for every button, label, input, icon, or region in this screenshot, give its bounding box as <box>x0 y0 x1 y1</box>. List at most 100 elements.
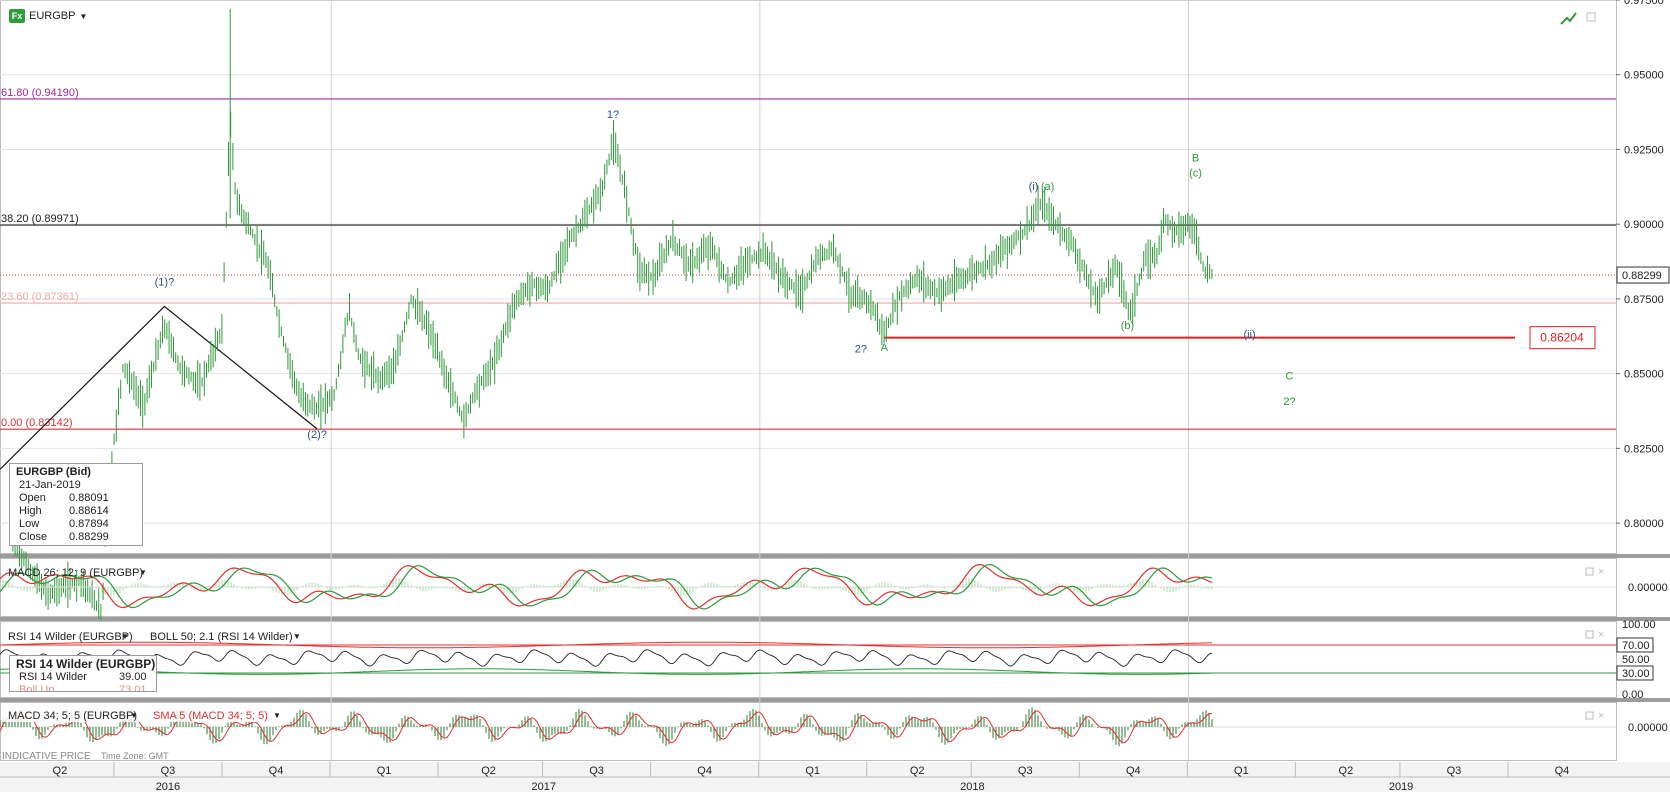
row-key: Low <box>19 518 40 530</box>
quarter-label: Q2 <box>910 765 925 777</box>
rsi-row: RSI 14 Wilder 39.00 <box>10 671 156 684</box>
price-info-date: 21-Jan-2019 <box>10 479 142 492</box>
y-tick-label: 0.90000 <box>1624 219 1664 231</box>
quarter-label: Q2 <box>1339 765 1354 777</box>
rsi-info-title: RSI 14 Wilder (EURGBP) <box>16 657 156 671</box>
price-info-title: EURGBP (Bid) <box>16 466 91 478</box>
row-value: 73.01 <box>119 684 147 692</box>
quarter-label: Q4 <box>697 765 712 777</box>
fib-level-label: 23.60 (0.87361) <box>1 291 79 303</box>
wave-label: C <box>1286 371 1294 383</box>
year-label: 2018 <box>960 781 984 792</box>
close-icon: × <box>1598 566 1604 578</box>
row-key: Open <box>19 492 46 504</box>
row-key: Boll Up <box>19 684 55 692</box>
wave-label: 2? <box>1283 396 1295 408</box>
wave-label: (i) <box>1029 181 1039 193</box>
quarter-label: Q1 <box>1234 765 1249 777</box>
fx-icon: Fx <box>9 9 25 23</box>
rsi-y-tick: 100.00 <box>1622 619 1656 631</box>
row-key: Close <box>19 531 48 543</box>
rsi-y-tick: 50.00 <box>1622 654 1650 666</box>
y-tick-label: 0.80000 <box>1624 518 1664 530</box>
quarter-label: Q3 <box>1447 765 1462 777</box>
current-price-label: 0.88299 <box>1622 270 1662 282</box>
year-label: 2019 <box>1389 781 1413 792</box>
macd2-y-tick: 0.00000 <box>1628 722 1668 734</box>
row-value: 39.00 <box>119 671 147 683</box>
y-tick-label: 0.92500 <box>1624 144 1664 156</box>
quarter-label: Q3 <box>161 765 176 777</box>
wave-label: (c) <box>1189 167 1202 179</box>
price-row: Low 0.87894 <box>10 518 142 531</box>
panel-separator[interactable] <box>0 698 1670 702</box>
wave-label: (a) <box>1041 181 1054 193</box>
wave-label: (2)? <box>307 429 327 441</box>
chevron-down-icon: ▼ <box>293 632 301 641</box>
quarter-label: Q2 <box>53 765 68 777</box>
quarter-label: Q2 <box>481 765 496 777</box>
price-info-box: EURGBP (Bid) 21-Jan-2019 Open 0.88091 Hig… <box>9 463 143 546</box>
chevron-down-icon: ▼ <box>139 568 147 577</box>
year-label: 2017 <box>532 781 556 792</box>
wave-label: 2? <box>855 344 867 356</box>
wave-label: (ii) <box>1243 329 1255 341</box>
chevron-down-icon: ▼ <box>121 632 129 641</box>
wave-label: A <box>881 342 889 354</box>
quarter-label: Q3 <box>1018 765 1033 777</box>
quarter-label: Q3 <box>589 765 604 777</box>
price-row: Close 0.88299 <box>10 531 142 544</box>
rsi-info-box: RSI 14 Wilder (EURGBP) RSI 14 Wilder 39.0… <box>9 655 157 692</box>
row-value: 0.88299 <box>69 531 109 543</box>
y-tick-label: 0.85000 <box>1624 369 1664 381</box>
price-row: High 0.88614 <box>10 505 142 518</box>
y-tick-label: 0.82500 <box>1624 443 1664 455</box>
close-icon: × <box>1598 629 1604 641</box>
symbol-name: EURGBP <box>29 10 76 22</box>
quarter-label: Q1 <box>805 765 820 777</box>
rsi-row: Boll Up 73.01 <box>10 684 156 692</box>
price-row: Open 0.88091 <box>10 492 142 505</box>
indicative-price-label: INDICATIVE PRICE <box>2 751 91 762</box>
y-tick-label: 0.95000 <box>1624 70 1664 82</box>
fib-level-label: 0.00 (0.83142) <box>1 417 73 429</box>
support-price-label: 0.86204 <box>1540 331 1584 345</box>
row-value: 0.88091 <box>69 492 109 504</box>
rsi-y-tick: 70.00 <box>1622 640 1650 652</box>
y-tick-label: 0.97500 <box>1624 0 1664 7</box>
quarter-label: Q1 <box>377 765 392 777</box>
wave-label: (1)? <box>155 276 175 288</box>
wave-label: 1? <box>607 109 619 121</box>
y-tick-label: 0.87500 <box>1624 294 1664 306</box>
rsi-y-tick: 30.00 <box>1622 668 1650 680</box>
boll-label: BOLL 50; 2.1 (RSI 14 Wilder) <box>150 631 293 643</box>
macd1-label: MACD 26; 12; 9 (EURGBP) <box>8 567 143 579</box>
symbol-selector[interactable]: Fx EURGBP ▼ <box>9 9 87 23</box>
macd1-y-tick: 0.00000 <box>1628 582 1668 594</box>
row-key: High <box>19 505 42 517</box>
chevron-down-icon: ▼ <box>273 711 281 720</box>
sma-label: SMA 5 (MACD 34; 5; 5) <box>153 710 268 722</box>
quarter-label: Q4 <box>1555 765 1570 777</box>
rsi-y-tick: 0.00 <box>1622 689 1643 701</box>
time-zone-label: Time Zone: GMT <box>101 751 169 761</box>
close-icon: × <box>1598 710 1604 722</box>
fib-level-label: 61.80 (0.94190) <box>1 87 79 99</box>
macd2-label: MACD 34; 5; 5 (EURGBP) <box>8 710 137 722</box>
wave-label: (b) <box>1121 320 1134 332</box>
year-label: 2016 <box>156 781 180 792</box>
row-value: 0.87894 <box>69 518 109 530</box>
row-key: RSI 14 Wilder <box>19 671 87 683</box>
wave-label: B <box>1192 152 1199 164</box>
rsi-label: RSI 14 Wilder (EURGBP) <box>8 631 133 643</box>
chevron-down-icon[interactable]: ▼ <box>79 12 87 21</box>
row-value: 0.88614 <box>69 505 109 517</box>
fib-level-label: 38.20 (0.89971) <box>1 213 79 225</box>
quarter-label: Q4 <box>269 765 284 777</box>
panel-separator[interactable] <box>0 554 1670 558</box>
quarter-label: Q4 <box>1126 765 1141 777</box>
chevron-down-icon: ▼ <box>130 711 138 720</box>
panel-separator[interactable] <box>0 617 1670 621</box>
date-value: 21-Jan-2019 <box>19 479 81 491</box>
chart-canvas: 61.80 (0.94190) 38.20 (0.89971) 23.60 (0.8… <box>0 0 1670 792</box>
